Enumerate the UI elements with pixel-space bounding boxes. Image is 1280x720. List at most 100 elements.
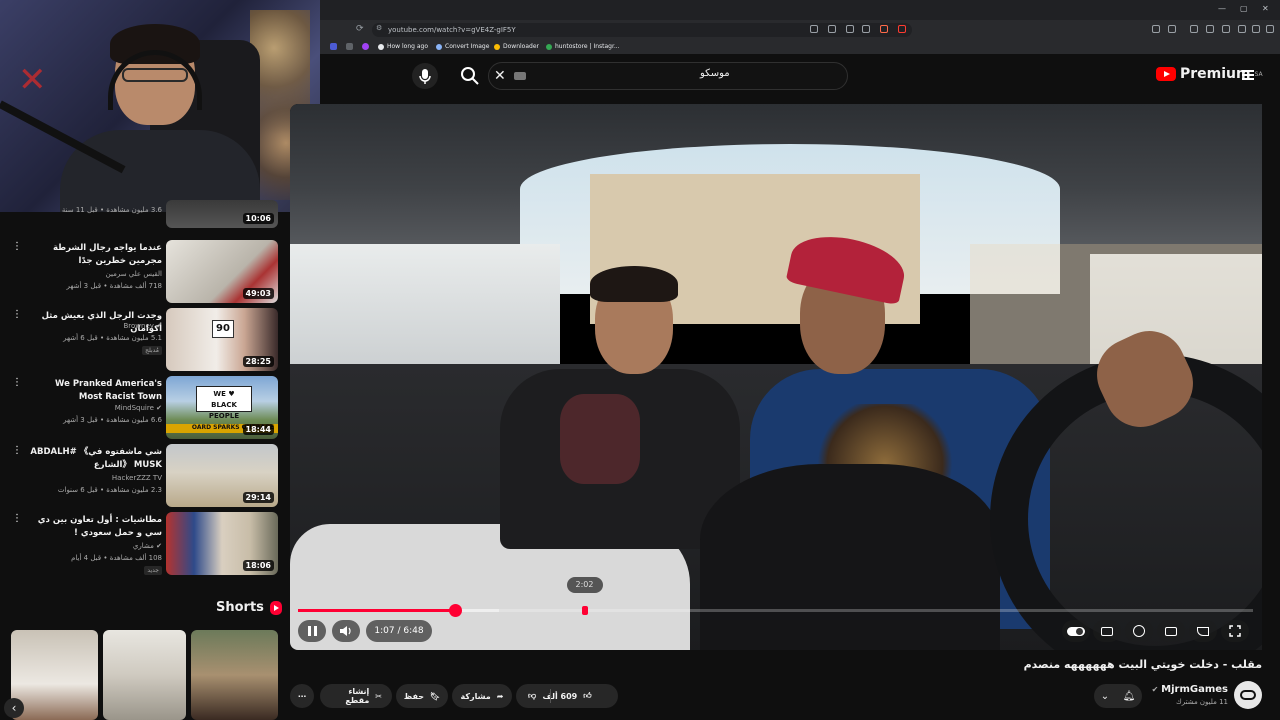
- channel-avatar[interactable]: [1234, 681, 1262, 709]
- shorts-previous-icon[interactable]: ‹: [4, 698, 24, 718]
- duration-badge: 18:44: [242, 424, 274, 435]
- recommendation-item[interactable]: ⋮ 18:06 مطاشيات : أول تعاون بين دي سي و …: [0, 512, 290, 578]
- channel-name[interactable]: Browney ✔: [30, 322, 162, 330]
- cast-button[interactable]: [1189, 620, 1217, 642]
- bookmark-huntostore[interactable]: huntostore | Instagr...: [546, 42, 620, 52]
- recommendation-item[interactable]: ⋮ 90 28:25 وجدت الرجل الذي يعيش مثل أكوا…: [0, 308, 290, 374]
- channel-name-text: Browney: [123, 322, 154, 330]
- keyboard-icon[interactable]: [514, 72, 526, 80]
- progress-hover-marker: [581, 606, 588, 615]
- clip-button[interactable]: ✂ إنشاء مقطع: [320, 684, 392, 708]
- video-title[interactable]: ABDALH# 《شي ماشفتوه في الشارع》 MUSK: [30, 446, 162, 472]
- browser-menu-icon[interactable]: [1266, 25, 1274, 33]
- minimize-icon[interactable]: —: [1218, 4, 1226, 13]
- close-window-icon[interactable]: ✕: [1262, 4, 1269, 13]
- miniplayer-button[interactable]: [1157, 620, 1185, 642]
- share-button[interactable]: ➦ مشاركة: [452, 684, 512, 708]
- bookmark-app-icon[interactable]: [330, 43, 337, 50]
- cast-icon[interactable]: [810, 25, 818, 33]
- recommendation-item[interactable]: ⋮ 49:03 عندما يواجه رجال الشرطة مجرمين خ…: [0, 240, 290, 306]
- autoplay-toggle[interactable]: [1062, 620, 1090, 642]
- bookmark-downloader[interactable]: Downloader: [494, 42, 539, 52]
- maximize-icon[interactable]: ▢: [1240, 4, 1248, 13]
- media-control-icon[interactable]: [1190, 25, 1198, 33]
- vpn-icon[interactable]: [1252, 25, 1260, 33]
- short-card[interactable]: [191, 630, 278, 720]
- extension-badge-icon[interactable]: [898, 25, 906, 33]
- channel-name[interactable]: HackerZZZ TV: [30, 474, 162, 482]
- progress-bar[interactable]: 2:02: [298, 577, 1253, 617]
- extension-puzzle-icon[interactable]: [1152, 25, 1160, 33]
- more-actions-icon[interactable]: ⋮: [12, 514, 22, 524]
- video-thumbnail[interactable]: 18:06: [166, 512, 278, 575]
- fullscreen-button[interactable]: [1221, 620, 1249, 642]
- video-title[interactable]: مطاشيات : أول تعاون بين دي سي و حمل سعود…: [30, 514, 162, 540]
- site-info-icon[interactable]: ⚙: [376, 24, 382, 32]
- bookmark-loop-icon[interactable]: [362, 43, 369, 50]
- reload-icon[interactable]: ⟳: [356, 24, 364, 34]
- recommendation-item[interactable]: ⋮ WE ♥ BLACK PEOPLE OARD SPARKS OUTRAGE 1…: [0, 376, 290, 442]
- reading-list-icon[interactable]: [1206, 25, 1214, 33]
- clear-search-icon[interactable]: ✕: [494, 68, 506, 84]
- shorts-shelf-header: Shorts: [216, 600, 282, 615]
- channel-name[interactable]: القيس علي سرمين: [30, 270, 162, 278]
- bookmark-convert-image[interactable]: Convert Image: [436, 42, 489, 52]
- like-dislike-group[interactable]: 👍︎ 609 ألف 👎︎: [516, 684, 618, 708]
- progress-played: [298, 609, 455, 612]
- more-actions-icon[interactable]: ⋮: [12, 378, 22, 388]
- bookmark-label: Downloader: [503, 43, 539, 50]
- more-actions-button[interactable]: ⋯: [290, 684, 314, 708]
- search-icon[interactable]: [458, 64, 482, 88]
- short-card[interactable]: [103, 630, 186, 720]
- guide-menu-icon[interactable]: [1242, 70, 1254, 80]
- like-divider: [550, 689, 551, 703]
- subtitles-button[interactable]: [1093, 620, 1121, 642]
- video-thumbnail[interactable]: WE ♥ BLACK PEOPLE OARD SPARKS OUTRAGE 18:…: [166, 376, 278, 439]
- more-actions-icon[interactable]: ⋮: [12, 310, 22, 320]
- dislike-thumb-icon[interactable]: 👎︎: [528, 691, 536, 701]
- video-thumbnail[interactable]: 10:06: [166, 200, 278, 228]
- video-thumbnail[interactable]: 49:03: [166, 240, 278, 303]
- bookmark-folder-icon[interactable]: [346, 43, 353, 50]
- more-horizontal-icon: ⋯: [298, 691, 306, 701]
- channel-avatar-mask-icon: [1240, 690, 1256, 700]
- cast-device-icon: [1197, 626, 1209, 636]
- recommendation-item[interactable]: ⋮ 29:14 ABDALH# 《شي ماشفتوه في الشارع》 M…: [0, 444, 290, 510]
- more-actions-icon[interactable]: ⋮: [12, 242, 22, 252]
- downloads-icon[interactable]: [1238, 25, 1246, 33]
- video-thumbnail[interactable]: 29:14: [166, 444, 278, 507]
- duration-badge: 10:06: [242, 213, 274, 224]
- subscriber-count: 11 مليون مشترك: [1175, 698, 1228, 706]
- webcam-streamer: [50, 20, 260, 212]
- tab-search-icon[interactable]: [1222, 25, 1230, 33]
- settings-button[interactable]: [1125, 620, 1153, 642]
- video-thumbnail[interactable]: 90 28:25: [166, 308, 278, 371]
- sidebar-panel-icon[interactable]: [1168, 25, 1176, 33]
- channel-name[interactable]: مشاري ✔: [30, 542, 162, 550]
- zoom-icon[interactable]: [846, 25, 854, 33]
- channel-name-link[interactable]: ✔ MjrmGames: [1132, 684, 1228, 695]
- subscription-bell-button[interactable]: ⌄ 🔔︎: [1094, 684, 1142, 708]
- logo-region: SA: [1254, 70, 1263, 78]
- like-thumb-icon[interactable]: 👍︎: [583, 691, 591, 701]
- translate-icon[interactable]: [828, 25, 836, 33]
- progress-scrubber[interactable]: [448, 604, 462, 617]
- shorts-icon: [269, 600, 282, 615]
- video-title[interactable]: We Pranked America's Most Racist Town: [30, 378, 162, 404]
- channel-name[interactable]: MindSquire ✔: [30, 404, 162, 412]
- video-player[interactable]: 2:02 1:07 / 6:48: [290, 104, 1262, 650]
- voice-search-icon[interactable]: [412, 63, 438, 89]
- progress-hover-time: 2:02: [566, 577, 603, 593]
- share-page-icon[interactable]: [862, 25, 870, 33]
- save-button[interactable]: 🔖︎ حفظ: [396, 684, 448, 708]
- bookmark-how-long-ago[interactable]: How long ago: [378, 42, 428, 52]
- volume-button[interactable]: [332, 620, 360, 642]
- time-display: 1:07 / 6:48: [366, 620, 432, 642]
- pause-button[interactable]: [298, 620, 326, 642]
- extension-shield-icon[interactable]: [880, 25, 888, 33]
- new-badge: جديد: [144, 566, 162, 575]
- short-card[interactable]: [11, 630, 98, 720]
- video-title[interactable]: عندما يواجه رجال الشرطة مجرمين خطرين جدً…: [30, 242, 162, 268]
- more-actions-icon[interactable]: ⋮: [12, 446, 22, 456]
- recommendation-partial[interactable]: 10:06 3.6 مليون مشاهدة • قبل 11 سنة: [0, 200, 290, 230]
